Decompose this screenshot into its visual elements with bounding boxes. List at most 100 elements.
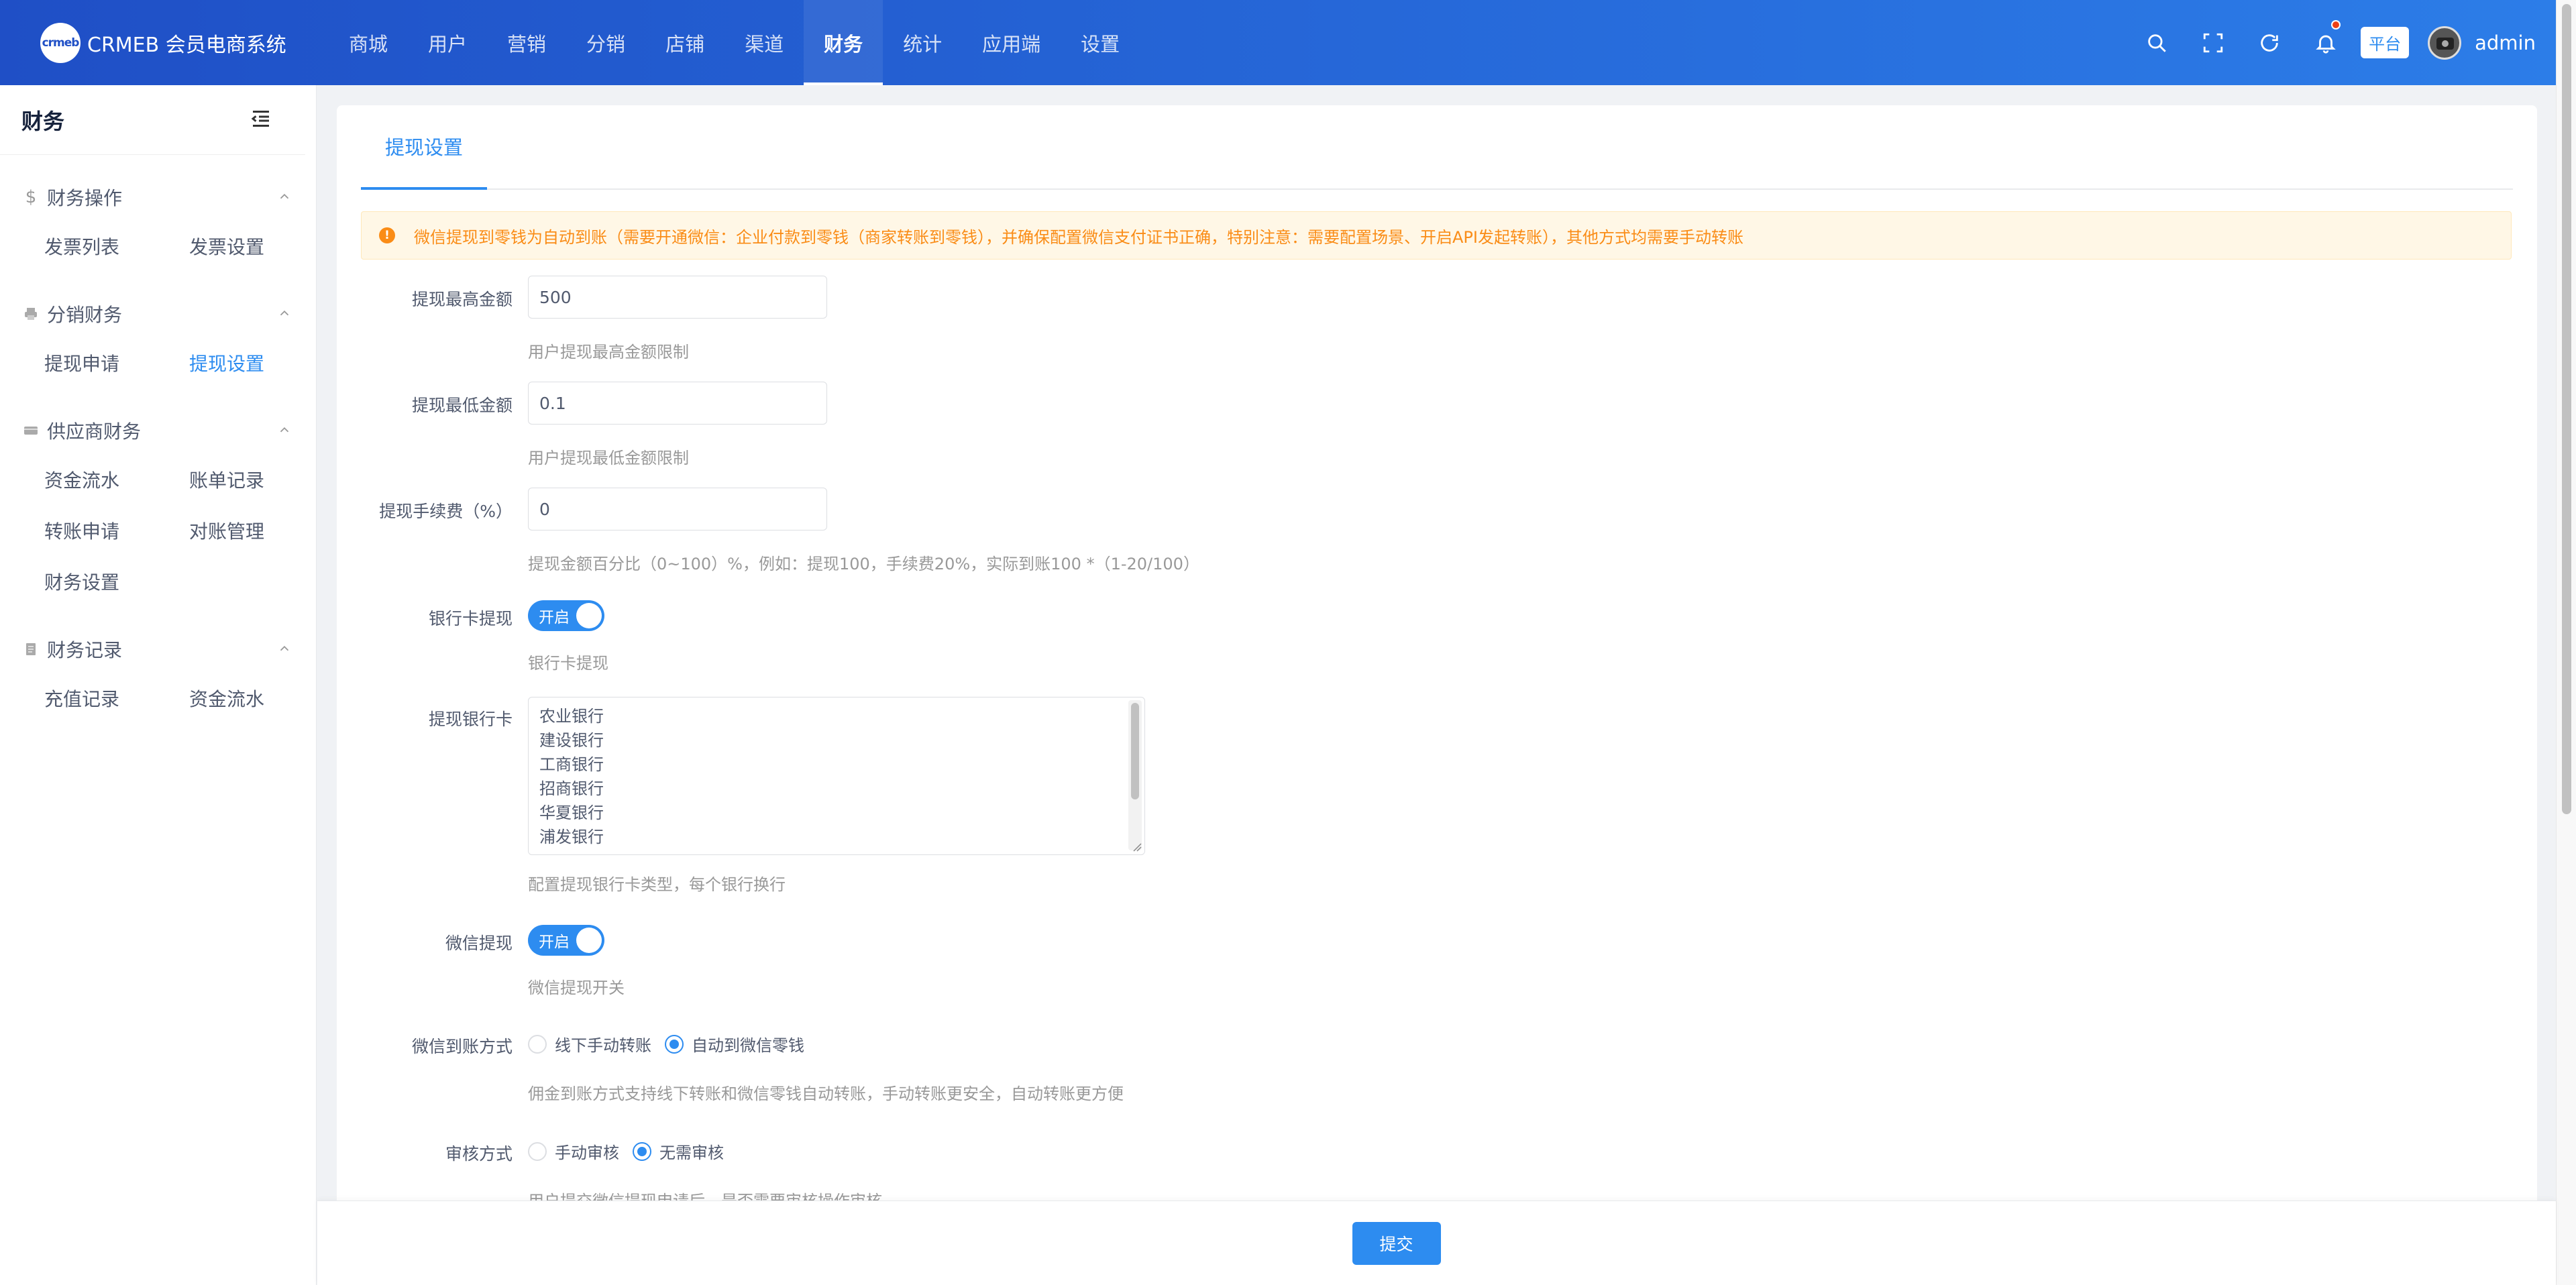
sidebar-item-invoice-settings[interactable]: 发票设置 — [189, 221, 334, 272]
wechat-withdraw-label: 微信提现 — [445, 934, 513, 953]
chevron-up-icon — [277, 420, 292, 442]
warning-icon: ! — [379, 227, 395, 243]
sidebar: 财务 $ 财务操作 发票列表 发票设置 分销财务 提现申请 提现设置 供应商财务 — [0, 85, 317, 1285]
document-icon — [21, 640, 40, 659]
submit-button[interactable]: 提交 — [1352, 1221, 1441, 1265]
sidebar-group-head[interactable]: $ 财务操作 — [0, 174, 316, 221]
sidebar-group-label: 财务记录 — [47, 639, 123, 661]
bank-line: 浦发银行 — [539, 828, 604, 846]
switch-text: 开启 — [539, 609, 570, 626]
wechat-method-radio-group: 线下手动转账 自动到微信零钱 — [528, 1032, 818, 1056]
wechat-withdraw-switch[interactable]: 开启 — [528, 925, 604, 956]
tab-bar: 提现设置 — [361, 105, 2513, 190]
resize-handle-icon[interactable] — [1131, 841, 1142, 852]
page-scrollbar-thumb[interactable] — [2562, 4, 2571, 814]
max-amount-help: 用户提现最高金额限制 — [528, 343, 689, 361]
textarea-scrollbar-thumb[interactable] — [1131, 703, 1139, 799]
refresh-icon[interactable] — [2241, 0, 2298, 85]
sidebar-item-withdraw-settings[interactable]: 提现设置 — [189, 337, 334, 388]
sidebar-group-label: 财务操作 — [47, 187, 123, 209]
switch-text: 开启 — [539, 934, 570, 951]
alert-text: 微信提现到零钱为自动到账（需要开通微信：企业付款到零钱（商家转账到零钱），并确保… — [414, 227, 1743, 247]
search-icon[interactable] — [2129, 0, 2185, 85]
top-nav-mall[interactable]: 商城 — [329, 0, 408, 85]
sidebar-group-head[interactable]: 财务记录 — [0, 626, 316, 673]
top-nav-app[interactable]: 应用端 — [962, 0, 1061, 85]
radio-manual-review[interactable]: 手动审核 — [528, 1139, 619, 1163]
top-nav-marketing[interactable]: 营销 — [487, 0, 566, 85]
top-nav-store[interactable]: 店铺 — [645, 0, 724, 85]
textarea-scrollbar[interactable] — [1128, 700, 1142, 850]
menu-collapse-icon[interactable] — [249, 107, 273, 133]
bank-line: 农业银行 — [539, 707, 604, 726]
sidebar-title: 财务 — [21, 108, 65, 134]
sidebar-item-recharge-records[interactable]: 充值记录 — [44, 673, 189, 724]
bell-icon[interactable] — [2298, 0, 2354, 85]
radio-circle — [528, 1034, 547, 1054]
avatar[interactable] — [2428, 25, 2462, 60]
fullscreen-icon[interactable] — [2185, 0, 2241, 85]
header-right: 平台 admin — [2129, 0, 2556, 85]
radio-circle-checked — [633, 1141, 651, 1161]
chevron-up-icon — [277, 638, 292, 661]
sidebar-group-distribution-finance: 分销财务 提现申请 提现设置 — [0, 290, 316, 388]
sidebar-item-bill-records[interactable]: 账单记录 — [189, 454, 334, 505]
sidebar-group-supplier-finance: 供应商财务 资金流水 账单记录 转账申请 对账管理 财务设置 — [0, 407, 316, 607]
sidebar-group-finance-records: 财务记录 充值记录 资金流水 — [0, 626, 316, 724]
footer-bar: 提交 — [317, 1200, 2556, 1285]
radio-label: 自动到微信零钱 — [692, 1036, 804, 1055]
logo-badge: crmeb — [40, 22, 80, 63]
page-scrollbar[interactable] — [2556, 0, 2576, 1285]
radio-circle-checked — [665, 1034, 684, 1054]
top-nav-user[interactable]: 用户 — [408, 0, 487, 85]
max-amount-input[interactable] — [528, 276, 827, 319]
wechat-method-label: 微信到账方式 — [411, 1037, 513, 1056]
max-amount-label: 提现最高金额 — [411, 290, 513, 309]
wechat-withdraw-help: 微信提现开关 — [528, 979, 625, 997]
sidebar-group-head[interactable]: 供应商财务 — [0, 407, 316, 454]
bank-line: 华夏银行 — [539, 803, 604, 822]
tab-withdraw-settings[interactable]: 提现设置 — [361, 105, 488, 190]
sidebar-item-reconciliation[interactable]: 对账管理 — [189, 505, 334, 556]
top-nav-finance[interactable]: 财务 — [804, 0, 883, 85]
sidebar-group-label: 分销财务 — [47, 304, 123, 326]
platform-tag[interactable]: 平台 — [2361, 27, 2410, 58]
radio-label: 无需审核 — [659, 1143, 724, 1162]
admin-username[interactable]: admin — [2475, 32, 2536, 54]
fee-input[interactable] — [528, 488, 827, 530]
top-nav-channel[interactable]: 渠道 — [724, 0, 804, 85]
printer-icon — [21, 304, 40, 323]
sidebar-item-fund-flow-2[interactable]: 资金流水 — [189, 673, 334, 724]
sidebar-group-head[interactable]: 分销财务 — [0, 290, 316, 337]
chevron-up-icon — [277, 186, 292, 209]
bank-list-textarea[interactable]: 农业银行 建设银行 工商银行 招商银行 华夏银行 浦发银行 — [528, 697, 1145, 855]
radio-label: 手动审核 — [555, 1143, 619, 1162]
sidebar-group-label: 供应商财务 — [47, 421, 142, 443]
bank-line: 工商银行 — [539, 755, 604, 774]
review-label: 审核方式 — [445, 1144, 513, 1164]
top-nav-statistics[interactable]: 统计 — [883, 0, 962, 85]
bank-line: 建设银行 — [539, 731, 604, 750]
main-card: 提现设置 ! 微信提现到零钱为自动到账（需要开通微信：企业付款到零钱（商家转账到… — [337, 105, 2537, 1285]
sidebar-item-invoice-list[interactable]: 发票列表 — [44, 221, 189, 272]
radio-auto-wechat-change[interactable]: 自动到微信零钱 — [665, 1032, 804, 1056]
wechat-method-help: 佣金到账方式支持线下转账和微信零钱自动转账，手动转账更安全，自动转账更方便 — [528, 1084, 1124, 1103]
bank-list-help: 配置提现银行卡类型，每个银行换行 — [528, 875, 786, 894]
min-amount-input[interactable] — [528, 382, 827, 425]
dollar-icon: $ — [25, 187, 37, 207]
radio-no-review[interactable]: 无需审核 — [633, 1139, 724, 1163]
bank-withdraw-switch[interactable]: 开启 — [528, 600, 604, 631]
card-icon — [21, 421, 40, 440]
brand-name: CRMEB 会员电商系统 — [87, 33, 286, 57]
sidebar-item-withdraw-apply[interactable]: 提现申请 — [44, 337, 189, 388]
sidebar-item-finance-settings[interactable]: 财务设置 — [44, 556, 189, 607]
top-nav-distribution[interactable]: 分销 — [566, 0, 645, 85]
sidebar-group-finance-ops: $ 财务操作 发票列表 发票设置 — [0, 174, 316, 272]
top-nav-settings[interactable]: 设置 — [1061, 0, 1140, 85]
top-nav: 商城 用户 营销 分销 店铺 渠道 财务 统计 应用端 设置 — [329, 0, 1140, 85]
sidebar-item-fund-flow[interactable]: 资金流水 — [44, 454, 189, 505]
sidebar-item-transfer-apply[interactable]: 转账申请 — [44, 505, 189, 556]
bank-withdraw-label: 银行卡提现 — [428, 609, 513, 628]
radio-offline-transfer[interactable]: 线下手动转账 — [528, 1032, 651, 1056]
brand-logo[interactable]: crmeb CRMEB 会员电商系统 — [0, 0, 315, 85]
